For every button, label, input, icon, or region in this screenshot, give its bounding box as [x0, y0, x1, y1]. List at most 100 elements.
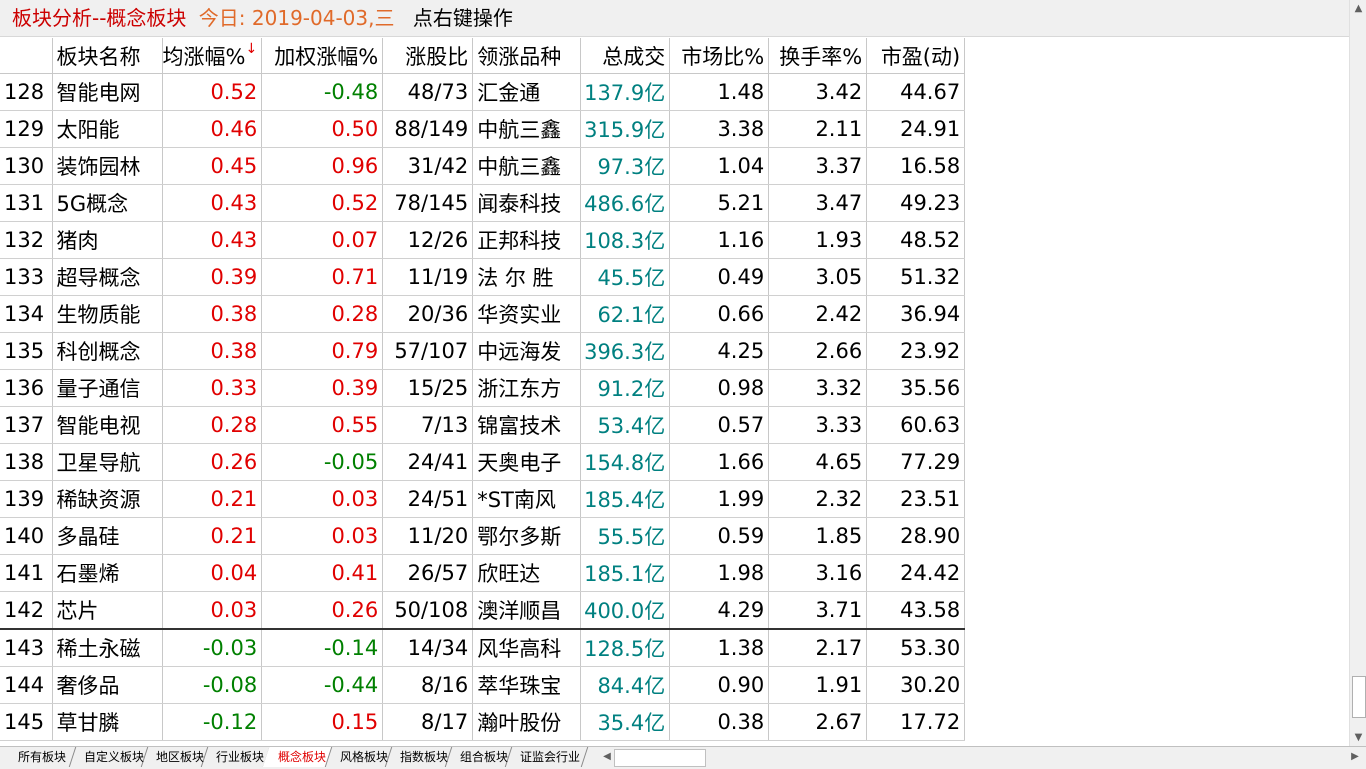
pe-ratio: 23.51	[866, 480, 966, 518]
tab-label: 组合板块	[460, 750, 509, 764]
tab-指数板块[interactable]: 指数板块	[384, 747, 453, 767]
table-row[interactable]: 145 草甘膦 -0.12 0.15 8/17 瀚叶股份 35.4亿 0.38 2.67 17.7…	[0, 703, 966, 741]
weighted-change: 0.55	[261, 406, 384, 444]
sector-name: 多晶硅	[52, 517, 163, 555]
table-row[interactable]: 135 科创概念 0.38 0.79 57/107 中远海发 396.3亿 4.25 2.66 2…	[0, 332, 966, 370]
turnover-rate: 2.11	[768, 110, 868, 148]
weighted-change: 0.15	[261, 703, 384, 741]
triangle-right-icon[interactable]: ▶	[1348, 749, 1362, 765]
sector-name: 草甘膦	[52, 703, 163, 741]
table-row[interactable]: 137 智能电视 0.28 0.55 7/13 锦富技术 53.4亿 0.57 3.33 60.6…	[0, 406, 966, 444]
table-row[interactable]: 134 生物质能 0.38 0.28 20/36 华资实业 62.1亿 0.66 2.42 36.…	[0, 295, 966, 333]
scroll-thumb[interactable]	[1352, 676, 1366, 718]
triangle-up-icon[interactable]: ▲	[1350, 0, 1366, 17]
total-volume: 91.2亿	[580, 369, 671, 407]
sector-name: 装饰园林	[52, 147, 163, 185]
avg-change: 0.38	[162, 332, 263, 370]
sector-name: 智能电网	[52, 73, 163, 111]
pe-ratio: 36.94	[866, 295, 966, 333]
market-share: 0.49	[669, 258, 770, 296]
horizontal-scroll-thumb[interactable]	[614, 749, 706, 767]
tab-行业板块[interactable]: 行业板块	[200, 747, 271, 767]
row-index: 132	[0, 221, 53, 259]
turnover-rate: 3.47	[768, 184, 868, 222]
tab-组合板块[interactable]: 组合板块	[444, 747, 513, 767]
turnover-rate: 2.42	[768, 295, 868, 333]
triangle-down-icon[interactable]: ▼	[1350, 729, 1366, 746]
table-row[interactable]: 132 猪肉 0.43 0.07 12/26 正邦科技 108.3亿 1.16 1.93 48.5…	[0, 221, 966, 259]
market-share: 0.66	[669, 295, 770, 333]
total-volume: 315.9亿	[580, 110, 671, 148]
weighted-change: -0.48	[261, 73, 384, 111]
tab-所有板块[interactable]: 所有板块	[2, 747, 77, 767]
table-row[interactable]: 130 装饰园林 0.45 0.96 31/42 中航三鑫 97.3亿 1.04 3.37 16.…	[0, 147, 966, 185]
total-volume: 45.5亿	[580, 258, 671, 296]
row-index: 141	[0, 554, 53, 592]
sector-name: 稀土永磁	[52, 628, 163, 667]
market-share: 0.59	[669, 517, 770, 555]
col-header-rise-ratio[interactable]: 涨股比	[382, 38, 474, 74]
table-row[interactable]: 138 卫星导航 0.26 -0.05 24/41 天奥电子 154.8亿 1.66 4.65 7…	[0, 443, 966, 481]
tab-证监会行业[interactable]: 证监会行业	[504, 747, 589, 767]
rise-ratio: 15/25	[382, 369, 474, 407]
weighted-change: -0.14	[261, 628, 384, 667]
rise-ratio: 24/41	[382, 443, 474, 481]
total-volume: 154.8亿	[580, 443, 671, 481]
leading-stock: 中航三鑫	[472, 110, 582, 148]
table-row[interactable]: 144 奢侈品 -0.08 -0.44 8/16 萃华珠宝 84.4亿 0.90 1.91 30.…	[0, 666, 966, 704]
rise-ratio: 8/17	[382, 703, 474, 741]
avg-change: 0.38	[162, 295, 263, 333]
col-header-market-share[interactable]: 市场比%	[669, 38, 770, 74]
weighted-change: -0.05	[261, 443, 384, 481]
row-index: 129	[0, 110, 53, 148]
vertical-scrollbar[interactable]: ▲ ▼	[1349, 0, 1366, 746]
avg-change: -0.12	[162, 703, 263, 741]
turnover-rate: 2.17	[768, 628, 868, 667]
col-header-volume[interactable]: 总成交	[580, 38, 671, 74]
tab-label: 指数板块	[400, 750, 449, 764]
sector-name: 石墨烯	[52, 554, 163, 592]
col-header-avg-change[interactable]: 均涨幅%↓	[162, 38, 263, 74]
total-volume: 62.1亿	[580, 295, 671, 333]
tab-风格板块[interactable]: 风格板块	[324, 747, 393, 767]
col-header-name[interactable]: 板块名称	[52, 38, 163, 74]
triangle-left-icon[interactable]: ◀	[600, 749, 614, 765]
leading-stock: 萃华珠宝	[472, 666, 582, 704]
sector-name: 猪肉	[52, 221, 163, 259]
horizontal-scroll-track[interactable]	[706, 749, 1346, 765]
table-body: 128 智能电网 0.52 -0.48 48/73 汇金通 137.9亿 1.48 3.42 44…	[0, 73, 966, 741]
table-row[interactable]: 128 智能电网 0.52 -0.48 48/73 汇金通 137.9亿 1.48 3.42 44…	[0, 73, 966, 111]
table-row[interactable]: 142 芯片 0.03 0.26 50/108 澳洋顺昌 400.0亿 4.29 3.71 43.…	[0, 591, 966, 630]
avg-change: 0.03	[162, 591, 263, 630]
weighted-change: 0.03	[261, 517, 384, 555]
market-share: 1.16	[669, 221, 770, 259]
table-row[interactable]: 140 多晶硅 0.21 0.03 11/20 鄂尔多斯 55.5亿 0.59 1.85 28.9…	[0, 517, 966, 555]
row-index: 138	[0, 443, 53, 481]
table-row[interactable]: 141 石墨烯 0.04 0.41 26/57 欣旺达 185.1亿 1.98 3.16 24.4…	[0, 554, 966, 592]
rise-ratio: 88/149	[382, 110, 474, 148]
tab-自定义板块[interactable]: 自定义板块	[68, 747, 149, 767]
pe-ratio: 60.63	[866, 406, 966, 444]
col-header-turnover[interactable]: 换手率%	[768, 38, 868, 74]
tab-地区板块[interactable]: 地区板块	[140, 747, 209, 767]
total-volume: 400.0亿	[580, 591, 671, 630]
market-share: 1.04	[669, 147, 770, 185]
tab-概念板块[interactable]: 概念板块	[262, 747, 333, 767]
col-header-pe[interactable]: 市盈(动)	[866, 38, 966, 74]
table-row[interactable]: 139 稀缺资源 0.21 0.03 24/51 *ST南风 185.4亿 1.99 2.32 2…	[0, 480, 966, 518]
col-header-weighted-change[interactable]: 加权涨幅%	[261, 38, 384, 74]
avg-change: 0.45	[162, 147, 263, 185]
avg-change: -0.08	[162, 666, 263, 704]
col-header-leader[interactable]: 领涨品种	[472, 38, 582, 74]
pe-ratio: 16.58	[866, 147, 966, 185]
tab-label: 所有板块	[18, 750, 67, 764]
table-row[interactable]: 131 5G概念 0.43 0.52 78/145 闻泰科技 486.6亿 5.21 3.47 4…	[0, 184, 966, 222]
market-share: 0.90	[669, 666, 770, 704]
table-row[interactable]: 143 稀土永磁 -0.03 -0.14 14/34 风华高科 128.5亿 1.38 2.17…	[0, 628, 966, 667]
sector-name: 卫星导航	[52, 443, 163, 481]
table-row[interactable]: 136 量子通信 0.33 0.39 15/25 浙江东方 91.2亿 0.98 3.32 35.…	[0, 369, 966, 407]
table-row[interactable]: 133 超导概念 0.39 0.71 11/19 法 尔 胜 45.5亿 0.49 3.05 51…	[0, 258, 966, 296]
leading-stock: 风华高科	[472, 628, 582, 667]
total-volume: 396.3亿	[580, 332, 671, 370]
table-row[interactable]: 129 太阳能 0.46 0.50 88/149 中航三鑫 315.9亿 3.38 2.11 24…	[0, 110, 966, 148]
